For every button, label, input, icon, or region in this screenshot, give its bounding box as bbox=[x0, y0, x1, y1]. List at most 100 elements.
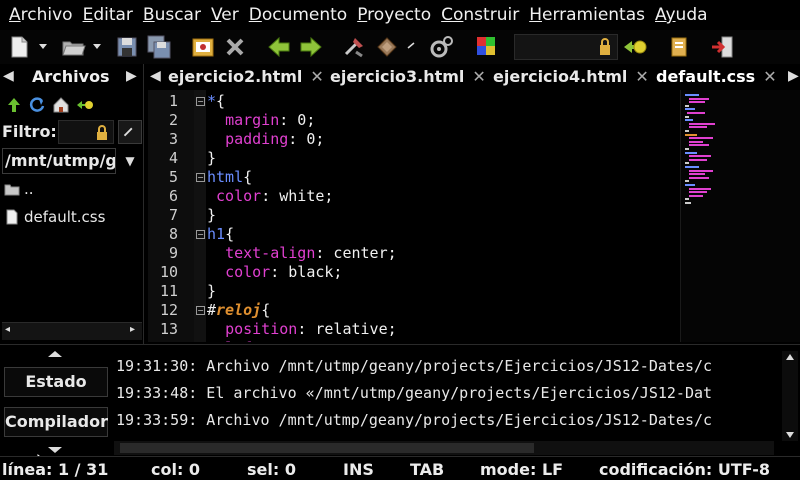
editor-tab[interactable]: default.css ✕ bbox=[656, 64, 777, 90]
tab-estado[interactable]: Estado bbox=[4, 367, 108, 397]
minimap-line bbox=[689, 101, 705, 104]
line-number: 13 bbox=[159, 320, 178, 338]
scroll-down-icon[interactable] bbox=[785, 431, 795, 439]
scroll-left-icon[interactable]: ◂ bbox=[5, 324, 10, 335]
color-chooser-icon[interactable] bbox=[474, 34, 500, 60]
line-number: 5 bbox=[168, 168, 178, 186]
path-input[interactable]: /mnt/utmp/g bbox=[2, 148, 116, 174]
code-line: left: 25%; bbox=[207, 339, 315, 342]
minimap-line bbox=[685, 130, 689, 132]
path-row: /mnt/utmp/g ▼ bbox=[0, 148, 144, 174]
code-token: h1 bbox=[207, 225, 226, 243]
menu-label-rest: uscar bbox=[154, 5, 201, 25]
fold-toggle-icon[interactable]: − bbox=[196, 230, 205, 239]
tab-up-icon[interactable] bbox=[46, 349, 64, 359]
scroll-thumb[interactable] bbox=[120, 443, 534, 453]
tab-compilador[interactable]: Compilador bbox=[4, 407, 108, 437]
toolbar bbox=[0, 30, 800, 64]
execute-icon[interactable] bbox=[428, 34, 454, 60]
close-tab-icon[interactable]: ✕ bbox=[472, 67, 485, 86]
path-dropdown-icon[interactable]: ▼ bbox=[118, 148, 142, 174]
build-dropdown-icon[interactable] bbox=[406, 42, 416, 50]
minimap-line bbox=[685, 180, 689, 183]
minimap-line bbox=[689, 169, 713, 172]
close-tab-icon[interactable]: ✕ bbox=[635, 67, 648, 86]
menu-herramientas[interactable]: Herramientas bbox=[524, 5, 650, 25]
compile-icon[interactable] bbox=[342, 34, 368, 60]
menu-buscar[interactable]: Buscar bbox=[138, 5, 206, 25]
sidebar-horizontal-scrollbar[interactable]: ◂ ▸ bbox=[2, 322, 142, 340]
fold-toggle-icon[interactable]: − bbox=[196, 306, 205, 315]
save-all-icon[interactable] bbox=[146, 34, 172, 60]
menu-construir[interactable]: Construir bbox=[436, 5, 524, 25]
code-token: color bbox=[225, 263, 271, 281]
refresh-icon[interactable] bbox=[28, 96, 46, 114]
editor-tab-next-icon[interactable]: ▶ bbox=[788, 68, 799, 84]
code-token: { bbox=[216, 92, 226, 110]
sidebar-tab-next-icon[interactable]: ▶ bbox=[126, 68, 137, 84]
tab-archivos[interactable]: Archivos bbox=[32, 67, 110, 86]
minimap[interactable] bbox=[680, 90, 800, 342]
fold-toggle-icon[interactable]: − bbox=[196, 173, 205, 182]
close-tab-icon[interactable]: ✕ bbox=[310, 67, 323, 86]
file-list-item[interactable]: .. bbox=[4, 178, 34, 200]
minimap-line bbox=[685, 202, 691, 204]
open-dropdown-icon[interactable] bbox=[92, 42, 102, 50]
code-editor[interactable]: 1234567891011121314 *{ margin: 0; paddin… bbox=[144, 90, 800, 342]
close-icon[interactable] bbox=[222, 34, 248, 60]
minimap-line bbox=[685, 184, 695, 186]
menu-documento[interactable]: Documento bbox=[244, 5, 352, 25]
status-messages[interactable]: 19:31:30: Archivo /mnt/utmp/geany/projec… bbox=[112, 351, 778, 441]
messages-vertical-scrollbar[interactable] bbox=[782, 351, 798, 441]
sidebar: ◀ Archivos ▶ Filtro: /mnt/utmp/g ▼ .. def… bbox=[0, 64, 144, 344]
filter-clear-button[interactable] bbox=[118, 120, 142, 144]
new-file-icon[interactable] bbox=[6, 34, 32, 60]
menu-ver[interactable]: Ver bbox=[206, 5, 244, 25]
search-icon[interactable] bbox=[666, 34, 692, 60]
build-icon[interactable] bbox=[374, 34, 400, 60]
minimap-line bbox=[689, 194, 703, 197]
editor-tab-prev-icon[interactable]: ◀ bbox=[150, 68, 161, 84]
open-folder-icon[interactable] bbox=[60, 34, 86, 60]
editor-tab[interactable]: ejercicio3.html ✕ bbox=[330, 64, 486, 90]
minimap-line bbox=[689, 97, 709, 100]
clear-icon bbox=[123, 127, 133, 137]
quit-icon[interactable] bbox=[710, 34, 736, 60]
minimap-line bbox=[685, 94, 699, 96]
code-token: color bbox=[216, 187, 262, 205]
scroll-up-icon[interactable] bbox=[785, 353, 795, 361]
back-icon[interactable] bbox=[266, 34, 292, 60]
scroll-right-icon[interactable]: ▸ bbox=[130, 324, 135, 335]
close-tab-icon[interactable]: ✕ bbox=[763, 67, 776, 86]
save-icon[interactable] bbox=[114, 34, 140, 60]
sidebar-tabs: ◀ Archivos ▶ bbox=[0, 64, 144, 90]
jump-icon[interactable] bbox=[622, 34, 648, 60]
home-icon[interactable] bbox=[52, 96, 70, 114]
set-path-icon[interactable] bbox=[76, 96, 94, 114]
filter-row: Filtro: bbox=[0, 118, 144, 146]
minimap-line bbox=[685, 133, 697, 136]
fold-toggle-icon[interactable]: − bbox=[196, 97, 205, 106]
line-number: 1 bbox=[168, 92, 178, 110]
menu-archivo[interactable]: Archivo bbox=[4, 5, 78, 25]
sidebar-tab-prev-icon[interactable]: ◀ bbox=[3, 68, 14, 84]
forward-icon[interactable] bbox=[298, 34, 324, 60]
menu-proyecto[interactable]: Proyecto bbox=[352, 5, 436, 25]
editor-tab-label: default.css bbox=[656, 67, 756, 86]
menu-editar[interactable]: Editar bbox=[78, 5, 138, 25]
editor-tab[interactable]: ejercicio4.html ✕ bbox=[493, 64, 649, 90]
new-file-dropdown-icon[interactable] bbox=[38, 42, 48, 50]
reload-icon[interactable] bbox=[190, 34, 216, 60]
status-sel: sel: 0 bbox=[247, 460, 296, 479]
menu-ayuda[interactable]: Ayuda bbox=[650, 5, 713, 25]
tab-down-icon[interactable] bbox=[46, 445, 64, 455]
up-icon[interactable] bbox=[6, 97, 22, 113]
file-list-item[interactable]: default.css bbox=[4, 206, 105, 228]
code-token: } bbox=[207, 206, 217, 224]
code-token: { bbox=[243, 168, 253, 186]
messages-horizontal-scrollbar[interactable] bbox=[114, 441, 774, 455]
minimap-line bbox=[685, 148, 689, 150]
editor-tab[interactable]: ejercicio2.html ✕ bbox=[168, 64, 324, 90]
